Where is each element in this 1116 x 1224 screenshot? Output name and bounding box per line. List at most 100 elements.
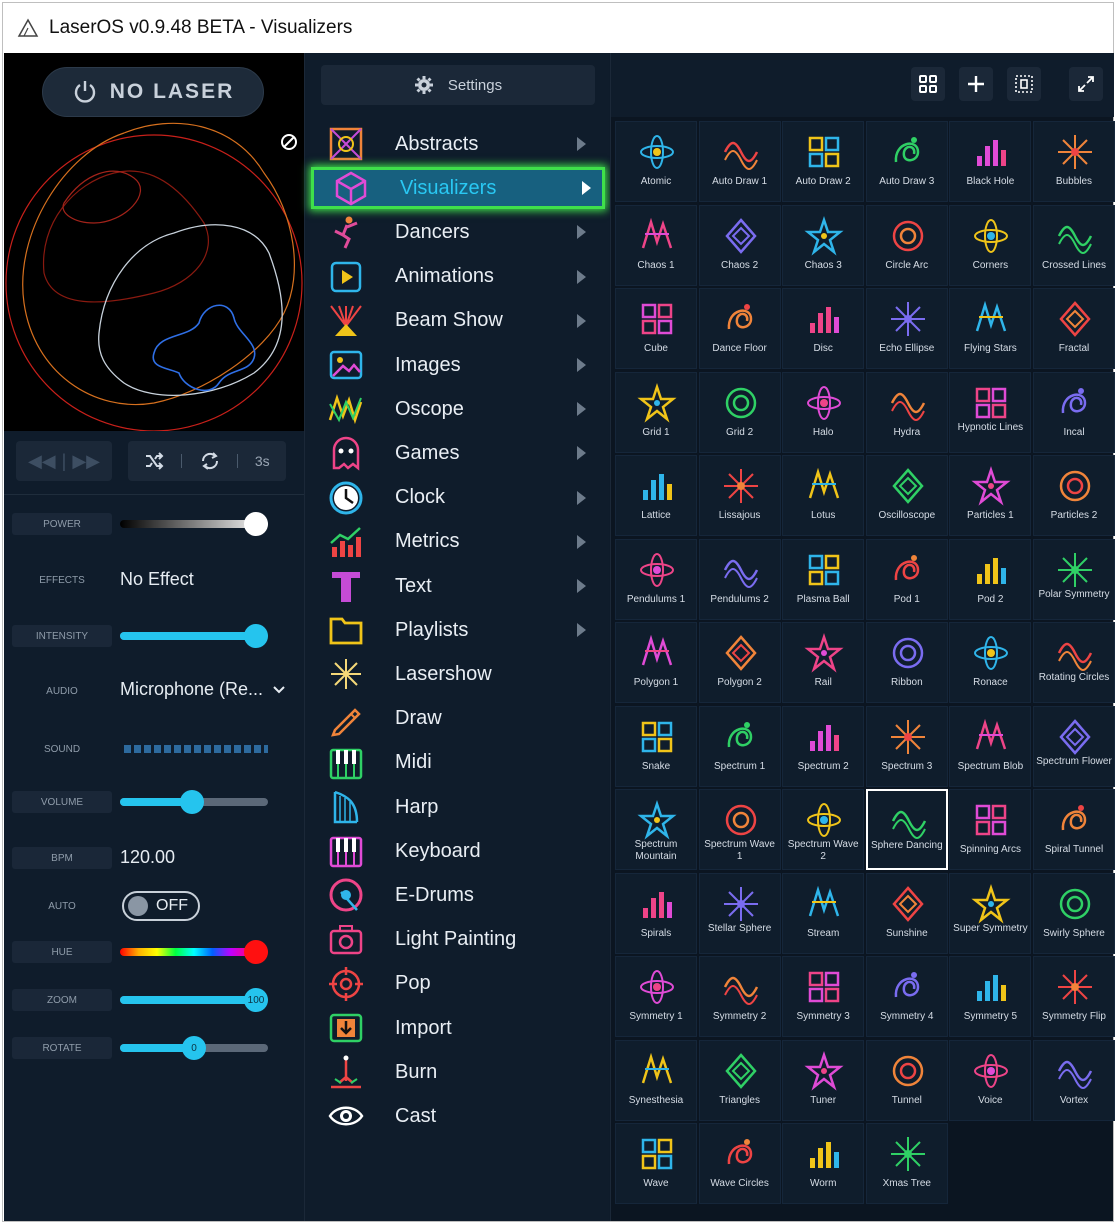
visualizer-tile-tuner[interactable]: Tuner (782, 1039, 865, 1121)
visualizer-tile-cube[interactable]: Cube (615, 288, 697, 369)
auto-toggle[interactable]: OFF (122, 891, 200, 921)
bpm-value[interactable]: 120.00 (120, 847, 175, 868)
visualizer-tile-symmetry-4[interactable]: Symmetry 4 (865, 956, 948, 1037)
visualizer-tile-spectrum-1[interactable]: Spectrum 1 (698, 705, 781, 787)
visualizer-tile-vortex[interactable]: Vortex (1033, 1039, 1115, 1121)
visualizer-tile-chaos-2[interactable]: Chaos 2 (698, 204, 781, 286)
visualizer-tile-halo[interactable]: Halo (782, 371, 865, 453)
visualizer-tile-lissajous[interactable]: Lissajous (698, 455, 781, 536)
blocked-icon[interactable] (280, 133, 298, 151)
visualizer-tile-polygon-2[interactable]: Polygon 2 (698, 622, 781, 703)
settings-button[interactable]: Settings (321, 65, 595, 105)
visualizer-tile-rail[interactable]: Rail (782, 622, 865, 703)
visualizer-tile-polygon-1[interactable]: Polygon 1 (615, 622, 697, 703)
visualizer-tile-lotus[interactable]: Lotus (782, 455, 865, 536)
menu-item-visualizers[interactable]: Visualizers (311, 167, 605, 210)
visualizer-tile-spectrum-3[interactable]: Spectrum 3 (865, 705, 948, 787)
fullscreen-button[interactable] (1069, 67, 1103, 101)
visualizer-tile-voice[interactable]: Voice (949, 1039, 1032, 1121)
volume-slider[interactable] (120, 790, 268, 814)
visualizer-tile-xmas-tree[interactable]: Xmas Tree (865, 1123, 948, 1204)
visualizer-tile-sphere-dancing[interactable]: Sphere Dancing (865, 789, 948, 870)
visualizer-tile-circle-arc[interactable]: Circle Arc (865, 204, 948, 286)
visualizer-tile-ronace[interactable]: Ronace (949, 622, 1032, 703)
add-button[interactable] (959, 67, 993, 101)
menu-item-abstracts[interactable]: Abstracts (309, 123, 607, 165)
visualizer-tile-grid-1[interactable]: Grid 1 (615, 371, 697, 453)
visualizer-tile-plasma-ball[interactable]: Plasma Ball (782, 538, 865, 620)
visualizer-tile-polar-symmetry[interactable]: Polar Symmetry (1033, 538, 1115, 620)
menu-item-light-painting[interactable]: Light Painting (309, 919, 607, 961)
menu-item-dancers[interactable]: Dancers (309, 211, 607, 253)
visualizer-tile-particles-2[interactable]: Particles 2 (1033, 455, 1115, 536)
visualizer-tile-stellar-sphere[interactable]: Stellar Sphere (698, 872, 781, 954)
visualizer-tile-worm[interactable]: Worm (782, 1123, 865, 1204)
visualizer-tile-disc[interactable]: Disc (782, 288, 865, 369)
effects-value[interactable]: No Effect (120, 569, 194, 590)
visualizer-tile-fractal[interactable]: Fractal (1033, 288, 1115, 369)
visualizer-tile-grid-2[interactable]: Grid 2 (698, 371, 781, 453)
intensity-slider[interactable] (120, 624, 268, 648)
visualizer-tile-pendulums-1[interactable]: Pendulums 1 (615, 538, 697, 620)
visualizer-tile-swirly-sphere[interactable]: Swirly Sphere (1033, 872, 1115, 954)
visualizer-tile-chaos-3[interactable]: Chaos 3 (782, 204, 865, 286)
visualizer-tile-symmetry-flip[interactable]: Symmetry Flip (1033, 956, 1115, 1037)
menu-item-oscope[interactable]: Oscope (309, 388, 607, 430)
rotate-knob[interactable]: 0 (182, 1036, 206, 1060)
no-laser-button[interactable]: NO LASER (42, 67, 264, 117)
visualizer-tile-symmetry-3[interactable]: Symmetry 3 (782, 956, 865, 1037)
visualizer-tile-spectrum-mountain[interactable]: Spectrum Mountain (615, 789, 697, 870)
visualizer-tile-wave-circles[interactable]: Wave Circles (698, 1123, 781, 1204)
visualizer-tile-atomic[interactable]: Atomic (615, 121, 697, 202)
volume-knob[interactable] (180, 790, 204, 814)
visualizer-tile-symmetry-5[interactable]: Symmetry 5 (949, 956, 1032, 1037)
visualizer-tile-rotating-circles[interactable]: Rotating Circles (1033, 622, 1115, 703)
visualizer-tile-dance-floor[interactable]: Dance Floor (698, 288, 781, 369)
menu-item-draw[interactable]: Draw (309, 698, 607, 740)
menu-item-clock[interactable]: Clock (309, 477, 607, 519)
menu-item-import[interactable]: Import (309, 1007, 607, 1049)
rewind-icon[interactable]: ◀◀ (28, 451, 56, 472)
visualizer-tile-spirals[interactable]: Spirals (615, 872, 697, 954)
menu-item-metrics[interactable]: Metrics (309, 521, 607, 563)
menu-item-cast[interactable]: Cast (309, 1095, 607, 1137)
menu-item-text[interactable]: Text (309, 565, 607, 607)
menu-item-pop[interactable]: Pop (309, 963, 607, 1005)
visualizer-tile-spectrum-blob[interactable]: Spectrum Blob (949, 705, 1032, 787)
zoom-knob[interactable]: 100 (244, 988, 268, 1012)
visualizer-tile-pendulums-2[interactable]: Pendulums 2 (698, 538, 781, 620)
visualizer-tile-incal[interactable]: Incal (1033, 371, 1115, 453)
hue-knob[interactable] (244, 940, 268, 964)
power-knob[interactable] (244, 512, 268, 536)
zoom-slider[interactable]: 100 (120, 988, 268, 1012)
intensity-knob[interactable] (244, 624, 268, 648)
visualizer-tile-ribbon[interactable]: Ribbon (865, 622, 948, 703)
repeat-icon[interactable] (199, 451, 221, 471)
visualizer-tile-pod-2[interactable]: Pod 2 (949, 538, 1032, 620)
visualizer-tile-wave[interactable]: Wave (615, 1123, 697, 1204)
visualizer-tile-particles-1[interactable]: Particles 1 (949, 455, 1032, 536)
visualizer-tile-super-symmetry[interactable]: Super Symmetry (949, 872, 1032, 954)
shuffle-icon[interactable] (144, 452, 164, 470)
visualizer-tile-echo-ellipse[interactable]: Echo Ellipse (865, 288, 948, 369)
rotate-slider[interactable]: 0 (120, 1036, 268, 1060)
visualizer-tile-auto-draw-2[interactable]: Auto Draw 2 (782, 121, 865, 202)
power-slider[interactable] (120, 512, 268, 536)
menu-item-midi[interactable]: Midi (309, 742, 607, 784)
visualizer-tile-lattice[interactable]: Lattice (615, 455, 697, 536)
menu-item-burn[interactable]: Burn (309, 1051, 607, 1093)
visualizer-tile-bubbles[interactable]: Bubbles (1033, 121, 1115, 202)
menu-item-playlists[interactable]: Playlists (309, 609, 607, 651)
visualizer-tile-sunshine[interactable]: Sunshine (865, 872, 948, 954)
visualizer-tile-flying-stars[interactable]: Flying Stars (949, 288, 1032, 369)
visualizer-tile-synesthesia[interactable]: Synesthesia (615, 1039, 697, 1121)
visualizer-tile-black-hole[interactable]: Black Hole (949, 121, 1032, 202)
grid-view-button[interactable] (911, 67, 945, 101)
visualizer-tile-spectrum-flower[interactable]: Spectrum Flower (1033, 705, 1115, 787)
menu-item-lasershow[interactable]: Lasershow (309, 653, 607, 695)
menu-item-keyboard[interactable]: Keyboard (309, 830, 607, 872)
menu-item-animations[interactable]: Animations (309, 256, 607, 298)
menu-item-harp[interactable]: Harp (309, 786, 607, 828)
menu-item-beam-show[interactable]: Beam Show (309, 300, 607, 342)
visualizer-tile-triangles[interactable]: Triangles (698, 1039, 781, 1121)
